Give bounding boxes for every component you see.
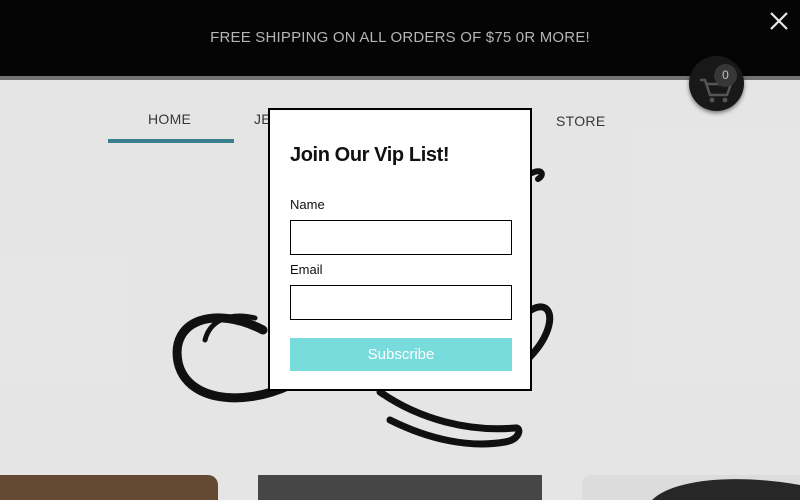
email-field[interactable] (290, 285, 512, 320)
modal-title: Join Our Vip List! (290, 144, 450, 166)
subscribe-button[interactable]: Subscribe (290, 338, 512, 371)
name-label: Name (290, 197, 325, 212)
name-field[interactable] (290, 220, 512, 255)
close-icon[interactable] (768, 10, 790, 32)
vip-signup-modal: Join Our Vip List! Name Email Subscribe (268, 108, 532, 391)
email-label: Email (290, 262, 323, 277)
